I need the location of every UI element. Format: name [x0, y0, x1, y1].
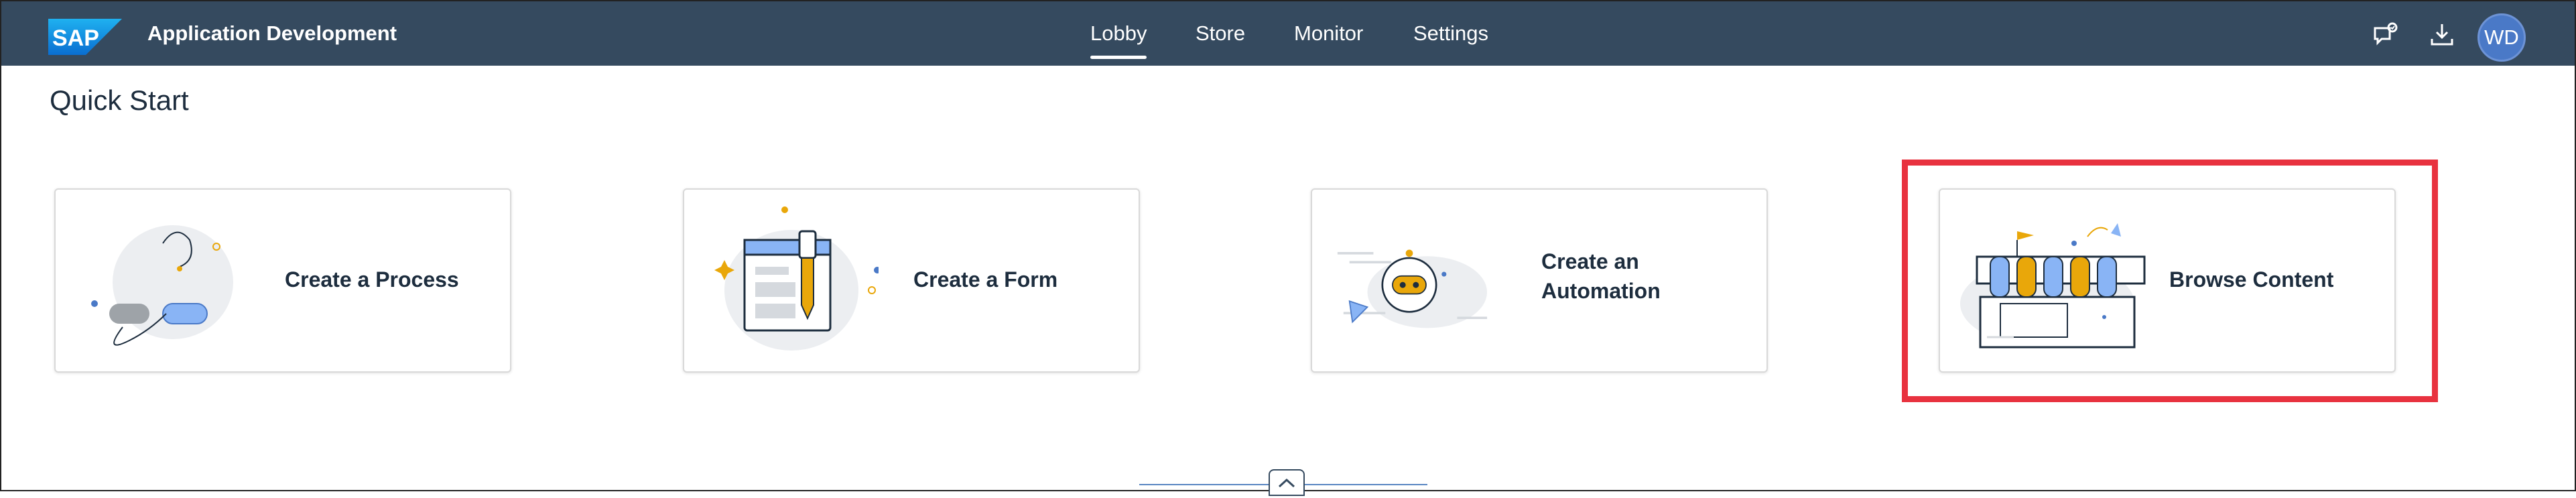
tab-settings[interactable]: Settings: [1413, 21, 1488, 46]
card-label: Create a Process: [285, 267, 459, 292]
download-icon[interactable]: [2429, 21, 2455, 48]
user-avatar[interactable]: WD: [2477, 13, 2526, 62]
card-label: Create a Form: [913, 267, 1058, 292]
page-title: Quick Start: [50, 84, 189, 116]
card-create-automation[interactable]: Create an Automation: [1311, 188, 1768, 373]
store-illustration-icon: [1960, 223, 2146, 349]
automation-illustration-icon: [1337, 249, 1488, 328]
tab-store[interactable]: Store: [1196, 21, 1245, 46]
feedback-icon[interactable]: [2372, 21, 2399, 48]
collapse-button[interactable]: [1269, 469, 1305, 496]
card-label: Browse Content: [2169, 267, 2334, 292]
form-illustration-icon: [714, 206, 879, 351]
tab-monitor[interactable]: Monitor: [1294, 21, 1363, 46]
shell-bar: SAP Application Development Lobby Store …: [1, 1, 2575, 66]
card-browse-content[interactable]: Browse Content: [1939, 188, 2396, 373]
card-label: Create an Automation: [1541, 247, 1695, 306]
card-label-text: Create an Automation: [1541, 249, 1661, 303]
top-nav: Lobby Store Monitor Settings: [1, 1, 2575, 66]
tab-lobby[interactable]: Lobby: [1090, 21, 1147, 59]
process-illustration-icon: [91, 225, 233, 346]
card-create-process[interactable]: Create a Process: [54, 188, 511, 373]
card-create-form[interactable]: Create a Form: [683, 188, 1140, 373]
